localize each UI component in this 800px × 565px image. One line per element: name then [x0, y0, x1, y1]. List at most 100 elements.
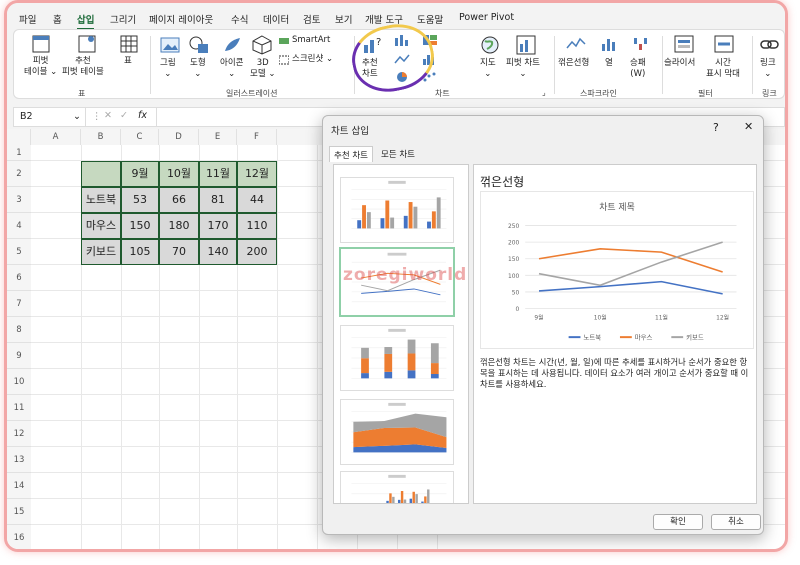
- tab-power-pivot[interactable]: Power Pivot: [459, 12, 514, 23]
- sparkline-column-button[interactable]: 열: [605, 58, 613, 69]
- table-cell-value[interactable]: 200: [237, 239, 277, 265]
- tab-help[interactable]: 도움말: [417, 12, 443, 26]
- row-header[interactable]: 1: [7, 145, 31, 161]
- series-line-2: [538, 247, 723, 273]
- table-cell-row-label[interactable]: 노트북: [81, 187, 121, 213]
- tab-recommended-charts[interactable]: 추천 차트: [329, 146, 373, 162]
- thumbnail-stacked-area[interactable]: [340, 399, 454, 465]
- recommended-pivot-icon: [78, 35, 96, 53]
- timeline-button[interactable]: 시간 표시 막대: [706, 58, 740, 80]
- column-header[interactable]: F: [237, 129, 277, 145]
- chart-dialog-launcher[interactable]: ⌟: [542, 88, 546, 97]
- sparkline-winloss-button[interactable]: 승패 (W): [630, 58, 646, 80]
- table-cell-value[interactable]: 66: [159, 187, 199, 213]
- tab-draw[interactable]: 그리기: [110, 12, 136, 26]
- link-button[interactable]: 링크 ⌄: [760, 58, 776, 80]
- tab-review[interactable]: 검토: [303, 12, 320, 26]
- row-header[interactable]: 11: [7, 395, 31, 421]
- slicer-button[interactable]: 슬라이서: [664, 58, 695, 69]
- shapes-button[interactable]: 도형 ⌄: [190, 58, 206, 80]
- row-header[interactable]: 2: [7, 161, 31, 187]
- table-cell-row-label[interactable]: 마우스: [81, 213, 121, 239]
- table-cell-value[interactable]: 70: [159, 239, 199, 265]
- table-cell-value[interactable]: 105: [121, 239, 159, 265]
- help-button[interactable]: ?: [713, 121, 719, 134]
- table-cell-header[interactable]: 11월: [199, 161, 237, 187]
- thumb-bar: [390, 217, 395, 229]
- tab-file[interactable]: 파일: [19, 12, 36, 26]
- thumbnail-clustered-column[interactable]: [340, 177, 454, 243]
- column-header[interactable]: B: [81, 129, 121, 145]
- thumb-bar: [357, 220, 362, 229]
- screenshot-button[interactable]: 스크린샷 ⌄: [292, 54, 333, 65]
- smartart-button[interactable]: SmartArt: [292, 35, 330, 46]
- row-header[interactable]: 5: [7, 239, 31, 265]
- row-header[interactable]: 13: [7, 447, 31, 473]
- chevron-down-icon[interactable]: ⌄: [73, 111, 81, 122]
- timeline-icon: [714, 35, 734, 53]
- pivot-table-button[interactable]: 피벗 테이블 ⌄: [24, 56, 57, 78]
- cancel-button[interactable]: 취소: [711, 514, 761, 530]
- table-cell-value[interactable]: 110: [237, 213, 277, 239]
- tab-formulas[interactable]: 수식: [231, 12, 248, 26]
- table-cell-header[interactable]: 12월: [237, 161, 277, 187]
- thumb-stacked-bar: [430, 343, 439, 364]
- tab-all-charts[interactable]: 모든 차트: [377, 146, 419, 162]
- table-cell-value[interactable]: 81: [199, 187, 237, 213]
- row-header[interactable]: 12: [7, 421, 31, 447]
- function-icon[interactable]: fx: [138, 110, 147, 121]
- 3d-model-button[interactable]: 3D 모델 ⌄: [250, 58, 275, 80]
- row-header[interactable]: 6: [7, 265, 31, 291]
- row-header[interactable]: 7: [7, 291, 31, 317]
- table-cell-value[interactable]: 180: [159, 213, 199, 239]
- preview-chart-type: 꺾은선형: [480, 175, 525, 189]
- row-header[interactable]: 3: [7, 187, 31, 213]
- icons-button[interactable]: 아이콘 ⌄: [220, 58, 243, 80]
- table-cell-header[interactable]: 10월: [159, 161, 199, 187]
- pivot-chart-icon: [516, 35, 536, 55]
- tab-data[interactable]: 데이터: [263, 12, 289, 26]
- column-header[interactable]: D: [159, 129, 199, 145]
- close-button[interactable]: ✕: [744, 120, 753, 133]
- check-icon[interactable]: ✓: [120, 110, 128, 121]
- row-header[interactable]: 9: [7, 343, 31, 369]
- row-header[interactable]: 14: [7, 473, 31, 499]
- sparkline-line-button[interactable]: 꺾은선형: [558, 58, 589, 69]
- tab-home[interactable]: 홈: [53, 12, 62, 26]
- column-header[interactable]: E: [199, 129, 237, 145]
- smartart-icon: [279, 38, 289, 44]
- cancel-icon[interactable]: ✕: [104, 110, 112, 121]
- row-header[interactable]: 8: [7, 317, 31, 343]
- row-header[interactable]: 4: [7, 213, 31, 239]
- pivot-chart-button[interactable]: 피벗 차트 ⌄: [506, 58, 540, 80]
- picture-button[interactable]: 그림 ⌄: [160, 58, 176, 80]
- table-cell-value[interactable]: 140: [199, 239, 237, 265]
- table-button[interactable]: 표: [124, 56, 132, 67]
- table-cell-header[interactable]: 9월: [121, 161, 159, 187]
- name-box[interactable]: B2 ⌄: [14, 108, 86, 126]
- x-tick-label: 10월: [594, 313, 607, 321]
- table-cell-value[interactable]: 44: [237, 187, 277, 213]
- tab-insert[interactable]: 삽입: [77, 12, 95, 30]
- column-header[interactable]: A: [31, 129, 81, 145]
- row-header[interactable]: 15: [7, 499, 31, 525]
- table-cell-row-label[interactable]: 키보드: [81, 239, 121, 265]
- map-button[interactable]: 지도 ⌄: [480, 58, 496, 80]
- row-header[interactable]: 16: [7, 525, 31, 549]
- tab-page-layout[interactable]: 페이지 레이아웃: [149, 12, 213, 26]
- tab-view[interactable]: 보기: [335, 12, 352, 26]
- thumbnail-stacked-column[interactable]: [340, 325, 454, 391]
- table-cell-value[interactable]: 150: [121, 213, 159, 239]
- table-cell-value[interactable]: 53: [121, 187, 159, 213]
- thumbnail-column-variant[interactable]: [340, 471, 454, 504]
- app-window: 파일 홈 삽입 그리기 페이지 레이아웃 수식 데이터 검토 보기 개발 도구 …: [4, 0, 788, 552]
- recommended-pivot-button[interactable]: 추천 피벗 테이블: [62, 56, 104, 78]
- select-all-corner[interactable]: [7, 129, 31, 145]
- ok-button[interactable]: 확인: [653, 514, 703, 530]
- table-cell-header[interactable]: [81, 161, 121, 187]
- column-header[interactable]: C: [121, 129, 159, 145]
- table-cell-value[interactable]: 170: [199, 213, 237, 239]
- row-header[interactable]: 10: [7, 369, 31, 395]
- screenshot-icon: [279, 55, 289, 65]
- chart-thumbnail-list[interactable]: [333, 164, 469, 504]
